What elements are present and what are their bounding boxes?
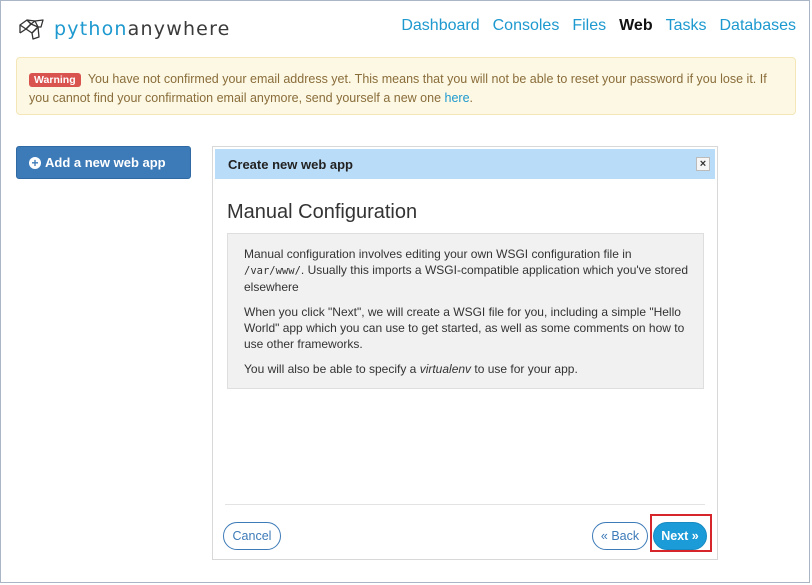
resend-confirmation-link[interactable]: here [445, 91, 470, 105]
footer-divider [225, 504, 705, 505]
warning-message: You have not confirmed your email addres… [29, 72, 767, 105]
nav-databases[interactable]: Databases [720, 17, 797, 35]
next-button[interactable]: Next » [653, 522, 707, 550]
nav-web[interactable]: Web [619, 17, 652, 35]
warning-end: . [469, 91, 474, 105]
nav-consoles[interactable]: Consoles [493, 17, 560, 35]
email-warning-alert: Warning You have not confirmed your emai… [16, 57, 796, 115]
create-web-app-modal: Create new web app × Manual Configuratio… [212, 146, 718, 560]
cancel-button[interactable]: Cancel [223, 522, 281, 550]
wsgi-path: /var/www/ [244, 265, 301, 277]
add-web-app-label: Add a new web app [45, 155, 166, 170]
plus-circle-icon: + [29, 156, 41, 169]
nav-dashboard[interactable]: Dashboard [401, 17, 479, 35]
brand-prefix: python [54, 18, 128, 40]
info-paragraph-2: When you click "Next", we will create a … [244, 305, 685, 351]
add-web-app-button[interactable]: + Add a new web app [16, 146, 191, 179]
nav-tasks[interactable]: Tasks [666, 17, 707, 35]
page-title: Manual Configuration [227, 201, 418, 223]
brand-suffix: anywhere [127, 18, 231, 40]
info-paragraph-1: Manual configuration involves editing yo… [244, 246, 689, 295]
back-button[interactable]: « Back [592, 522, 648, 550]
python-snake-logo-icon [19, 19, 44, 40]
virtualenv-term: virtualenv [419, 362, 472, 376]
info-text: to use for your app. [474, 362, 578, 376]
info-text: Manual configuration involves editing yo… [244, 247, 632, 261]
top-nav: Dashboard Consoles Files Web Tasks Datab… [401, 17, 796, 35]
brand-name: pythonanywhere [54, 18, 231, 40]
warning-badge: Warning [29, 73, 81, 87]
nav-files[interactable]: Files [572, 17, 606, 35]
pythonanywhere-logo[interactable]: pythonanywhere [16, 14, 231, 44]
modal-title: Create new web app [228, 156, 353, 172]
info-paragraph-3: You will also be able to specify a virtu… [244, 361, 689, 377]
info-text: You will also be able to specify a [244, 362, 417, 376]
close-icon[interactable]: × [696, 157, 710, 171]
modal-header: Create new web app × [215, 149, 715, 179]
info-panel: Manual configuration involves editing yo… [227, 233, 704, 389]
info-text: . Usually this imports a WSGI-compatible… [244, 263, 689, 294]
